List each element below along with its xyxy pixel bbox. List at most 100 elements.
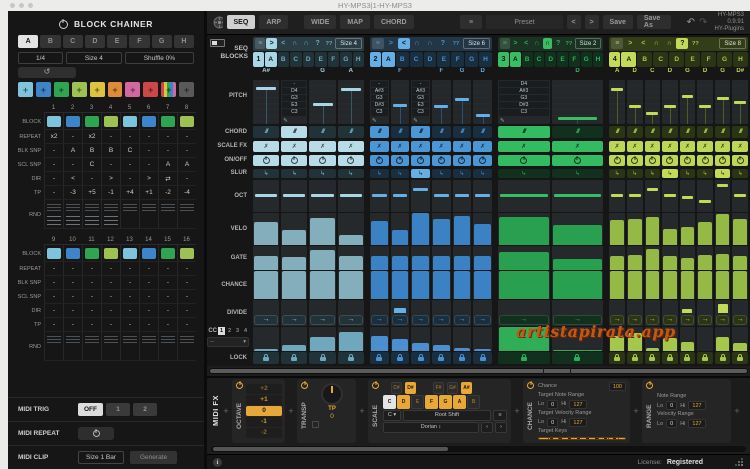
oct-step[interactable] (473, 179, 492, 212)
pitch-slider[interactable] (611, 88, 624, 92)
pitch-slider[interactable] (699, 105, 711, 108)
lock-step[interactable] (452, 351, 472, 364)
gate-bar-step[interactable] (369, 245, 389, 270)
cc-bar[interactable] (715, 337, 730, 351)
onoff-step[interactable] (452, 154, 472, 166)
slur-step[interactable]: ↳ (431, 168, 451, 178)
cc-bar[interactable] (645, 348, 660, 351)
chance-bar-step[interactable] (679, 270, 696, 299)
play-icon[interactable]: > (385, 38, 397, 49)
divide-bar[interactable] (717, 304, 728, 313)
cc-bar-step[interactable] (732, 326, 748, 351)
oct-slider[interactable] (311, 194, 334, 198)
gate-bar[interactable] (610, 255, 624, 270)
oct-slider[interactable] (392, 194, 408, 198)
double-random-icon[interactable]: ?? (324, 38, 334, 49)
gate-bar[interactable] (391, 256, 409, 270)
letter-D[interactable]: D (545, 51, 557, 67)
oct-step[interactable] (337, 179, 364, 212)
chainer-tab-B[interactable]: B (40, 35, 61, 48)
repeat-step[interactable]: - (177, 262, 196, 276)
tp-step[interactable]: - (63, 318, 82, 332)
chance-bar[interactable] (453, 270, 471, 299)
chainer-tab-F[interactable]: F (129, 35, 150, 48)
divide-arrow-icon[interactable]: → (680, 314, 695, 325)
chance-bar[interactable] (282, 270, 307, 299)
gate-bar[interactable] (552, 258, 603, 270)
edit-icon[interactable]: ✎ (372, 118, 377, 124)
chance-bar-step[interactable] (609, 270, 625, 299)
gate-bar[interactable] (733, 255, 747, 270)
gate-bar-step[interactable] (497, 245, 550, 270)
chance-bar[interactable] (733, 270, 747, 299)
divide-arrow-icon[interactable]: → (370, 314, 388, 325)
scl_snp-step[interactable]: - (101, 290, 120, 304)
key-F#[interactable]: F# (433, 381, 444, 394)
prev-icon[interactable]: < (637, 38, 649, 49)
tp-step[interactable]: - (82, 318, 101, 332)
velo-bar[interactable] (610, 219, 624, 245)
pitch-step[interactable] (551, 79, 604, 124)
slur-step[interactable]: ↳ (390, 168, 410, 178)
divide-step[interactable]: → (281, 299, 308, 326)
oct-slider[interactable] (454, 194, 470, 198)
loop-b-icon[interactable]: ∩ (663, 38, 675, 49)
sequencer-scrollbar[interactable] (209, 367, 748, 374)
oct-step[interactable] (369, 179, 389, 212)
shuffle-selector[interactable]: Shuffle 0% (124, 52, 194, 64)
onoff-step[interactable] (369, 154, 389, 166)
oct-slider[interactable] (499, 194, 548, 198)
octave-value-+1[interactable]: +1 (246, 394, 282, 405)
tab-arp[interactable]: ARP (259, 15, 289, 30)
scl_snp-step[interactable]: - (120, 158, 139, 172)
loop-a-icon[interactable]: ∩ (289, 38, 299, 49)
scalefx-step[interactable]: ✗ (609, 140, 625, 152)
add-fx-icon[interactable]: + (287, 406, 295, 416)
scale-next-button[interactable]: › (495, 421, 507, 433)
rnd-step[interactable] (177, 332, 196, 361)
velo-bar-step[interactable] (732, 212, 748, 245)
wide-button[interactable]: WIDE (304, 15, 337, 30)
letter-E[interactable]: E (685, 51, 701, 67)
lock-step[interactable] (662, 351, 678, 364)
divide-arrow-icon[interactable]: → (453, 314, 471, 325)
add-fx-icon[interactable]: + (632, 406, 640, 416)
prev-icon[interactable]: < (278, 38, 288, 49)
velo-bar[interactable] (733, 219, 747, 245)
slur-step[interactable]: ↳ (497, 168, 550, 178)
gate-bar-step[interactable] (714, 245, 731, 270)
oct-slider[interactable] (553, 194, 602, 198)
chord-step[interactable]: /// (281, 125, 308, 138)
tab-seq[interactable]: SEQ (226, 15, 256, 30)
scrollbar-handle[interactable] (210, 368, 747, 373)
palette-block-4[interactable]: + (71, 82, 87, 97)
velo-bar-step[interactable] (309, 212, 336, 245)
key-G#[interactable]: G# (447, 381, 458, 394)
chainer-tab-E[interactable]: E (107, 35, 128, 48)
gate-bar-step[interactable] (309, 245, 336, 270)
slur-step[interactable]: ↳ (337, 168, 364, 178)
divide-arrow-icon[interactable]: → (432, 314, 450, 325)
chance-bar[interactable] (663, 270, 677, 299)
cc-bar[interactable] (310, 337, 335, 351)
dir-step[interactable]: - (177, 304, 196, 318)
chance-bar[interactable] (412, 270, 429, 299)
chance-bar-step[interactable] (337, 270, 364, 299)
gate-bar-step[interactable] (551, 245, 604, 270)
key-D#[interactable]: D# (405, 381, 416, 394)
divide-arrow-icon[interactable]: → (391, 314, 409, 325)
chainer-tab-A[interactable]: A (18, 35, 39, 48)
power-icon[interactable] (527, 381, 534, 389)
gate-bar-step[interactable] (732, 245, 748, 270)
size-button[interactable]: Size 4 (335, 38, 362, 50)
resize-grip[interactable] (734, 457, 744, 467)
power-icon[interactable] (236, 381, 243, 389)
lock-step[interactable] (609, 351, 625, 364)
cc-bar-step[interactable] (431, 326, 451, 351)
repeat-step[interactable]: - (63, 262, 82, 276)
pitch-step[interactable] (473, 79, 492, 124)
letter-C[interactable]: C (409, 51, 423, 67)
divide-step[interactable]: → (431, 299, 451, 326)
gate-bar[interactable] (627, 254, 642, 270)
prev-icon[interactable]: < (397, 38, 410, 50)
